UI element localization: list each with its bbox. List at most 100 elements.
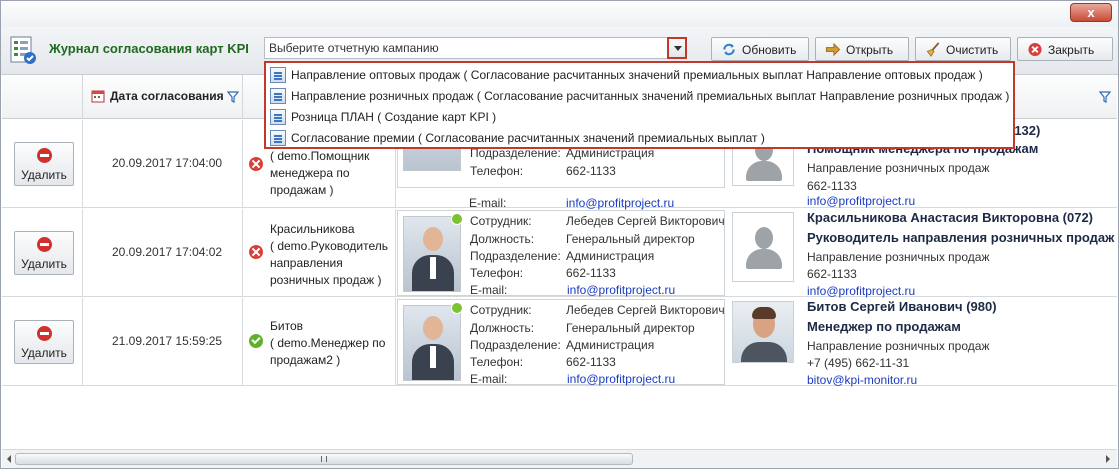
filter-icon[interactable] xyxy=(227,91,239,103)
field-label: Подразделение: xyxy=(470,338,561,352)
calendar-icon xyxy=(91,90,105,103)
journal-icon xyxy=(10,36,36,64)
open-button[interactable]: Открыть xyxy=(815,37,909,61)
user-line: продажам2 ) xyxy=(270,353,341,367)
field-label: Должность: xyxy=(470,232,535,246)
delete-button[interactable]: Удалить xyxy=(14,231,74,275)
responsible-name: Битов Сергей Иванович (980) xyxy=(807,299,997,314)
close-button[interactable]: Закрыть xyxy=(1017,37,1113,61)
approver-email-link[interactable]: info@profitproject.ru xyxy=(567,372,675,386)
cell-separator xyxy=(395,298,396,386)
user-line: ( demo.Менеджер по xyxy=(270,336,386,350)
responsible-name: Красильникова Анастасия Викторовна (072) xyxy=(807,210,1094,225)
approver-phone: 662-1133 xyxy=(566,164,616,178)
approval-date: 20.09.2017 17:04:02 xyxy=(112,245,223,259)
user-line: ( demo.Помощник xyxy=(270,149,370,163)
field-label: Должность: xyxy=(470,321,535,335)
column-separator xyxy=(242,75,243,119)
horizontal-scrollbar[interactable] xyxy=(2,449,1117,468)
responsible-department: Направление розничных продаж xyxy=(807,250,990,264)
minus-circle-icon xyxy=(37,148,52,163)
list-icon xyxy=(270,130,286,146)
approver-photo xyxy=(403,305,461,381)
campaign-select[interactable]: Выберите отчетную кампанию xyxy=(264,37,687,59)
scroll-thumb[interactable] xyxy=(15,453,633,465)
list-icon xyxy=(270,88,286,104)
filter-icon[interactable] xyxy=(1099,91,1111,103)
grip-icon xyxy=(321,456,327,462)
column-header-date[interactable]: Дата согласования xyxy=(110,89,224,103)
delete-button[interactable]: Удалить xyxy=(14,320,74,364)
responsible-phone: 662-1133 xyxy=(807,267,857,281)
approver-phone: 662-1133 xyxy=(566,266,616,280)
field-label: Телефон: xyxy=(470,355,524,369)
user-line: направления xyxy=(270,256,343,270)
app-window: x Журнал согласования карт KPI Выберите … xyxy=(0,0,1119,469)
cell-separator xyxy=(82,120,83,208)
responsible-phone: +7 (495) 662-11-31 xyxy=(807,356,910,370)
delete-button[interactable]: Удалить xyxy=(14,142,74,186)
user-line: продажам ) xyxy=(270,183,334,197)
responsible-phone: 662-1133 xyxy=(807,179,857,193)
minus-circle-icon xyxy=(37,237,52,252)
field-label: Сотрудник: xyxy=(470,303,532,317)
responsible-avatar xyxy=(732,212,794,282)
responsible-department: Направление розничных продаж xyxy=(807,339,990,353)
list-icon xyxy=(270,67,286,83)
scroll-right-icon[interactable] xyxy=(1102,453,1114,465)
approval-date: 20.09.2017 17:04:00 xyxy=(112,156,223,170)
approver-email-link[interactable]: info@profitproject.ru xyxy=(567,283,675,297)
field-label: E-mail: xyxy=(470,283,508,297)
approver-photo xyxy=(403,216,461,292)
approved-status-icon xyxy=(249,334,263,348)
online-status-icon xyxy=(451,213,463,225)
user-cell: ( demo.Помощник менеджера по продажам ) xyxy=(270,148,390,199)
responsible-email-link[interactable]: info@profitproject.ru xyxy=(807,284,915,298)
approval-date: 21.09.2017 15:59:25 xyxy=(112,334,223,348)
list-icon xyxy=(270,109,286,125)
field-label: Телефон: xyxy=(470,164,524,178)
clear-button[interactable]: Очистить xyxy=(915,37,1011,61)
minus-circle-icon xyxy=(37,326,52,341)
responsible-position: Менеджер по продажам xyxy=(807,319,961,334)
campaign-select-value: Выберите отчетную кампанию xyxy=(269,41,439,55)
approver-card-email: E-mail: info@profitproject.ru xyxy=(397,188,725,210)
responsible-email-link[interactable]: bitov@kpi-monitor.ru xyxy=(807,373,917,387)
user-line: ( demo.Руководитель xyxy=(270,239,388,253)
column-separator xyxy=(82,75,83,119)
refresh-icon xyxy=(723,43,735,56)
user-line: Битов xyxy=(270,319,303,333)
table-row[interactable]: Удалить 20.09.2017 17:04:02 Красильников… xyxy=(2,209,1117,298)
field-label: E-mail: xyxy=(469,196,507,210)
cell-separator xyxy=(242,120,243,208)
refresh-button[interactable]: Обновить xyxy=(711,37,809,61)
table-row[interactable]: Удалить 21.09.2017 15:59:25 Битов ( demo… xyxy=(2,298,1117,387)
user-cell: Красильникова ( demo.Руководитель направ… xyxy=(270,221,390,289)
broom-icon xyxy=(926,42,940,57)
cell-separator xyxy=(82,209,83,297)
user-line: менеджера по xyxy=(270,166,350,180)
cell-separator xyxy=(242,209,243,297)
approver-name: Лебедев Сергей Викторович xyxy=(566,214,725,228)
approver-name: Лебедев Сергей Викторович xyxy=(566,303,725,317)
responsible-position: Руководитель направления розничных прода… xyxy=(807,230,1115,245)
campaign-dropdown-list: Направление оптовых продаж ( Согласовани… xyxy=(264,61,1015,149)
window-close-button[interactable]: x xyxy=(1070,3,1112,22)
app-title: Журнал согласования карт KPI xyxy=(49,41,249,56)
chevron-down-icon[interactable] xyxy=(667,37,687,59)
field-label: Телефон: xyxy=(470,266,524,280)
user-cell: Битов ( demo.Менеджер по продажам2 ) xyxy=(270,318,390,369)
scroll-left-icon[interactable] xyxy=(3,453,15,465)
rejected-status-icon xyxy=(249,245,263,259)
field-label: Сотрудник: xyxy=(470,214,532,228)
field-label: Подразделение: xyxy=(470,249,561,263)
approver-department: Администрация xyxy=(566,338,655,352)
title-bar: x xyxy=(1,1,1118,27)
approver-email-link[interactable]: info@profitproject.ru xyxy=(566,196,674,210)
cell-separator xyxy=(242,298,243,386)
cell-separator xyxy=(82,298,83,386)
responsible-email-link[interactable]: info@profitproject.ru xyxy=(807,194,915,208)
approver-card: Сотрудник: Лебедев Сергей Викторович Дол… xyxy=(397,210,725,297)
cell-separator xyxy=(395,209,396,297)
user-line: Красильникова xyxy=(270,222,355,236)
